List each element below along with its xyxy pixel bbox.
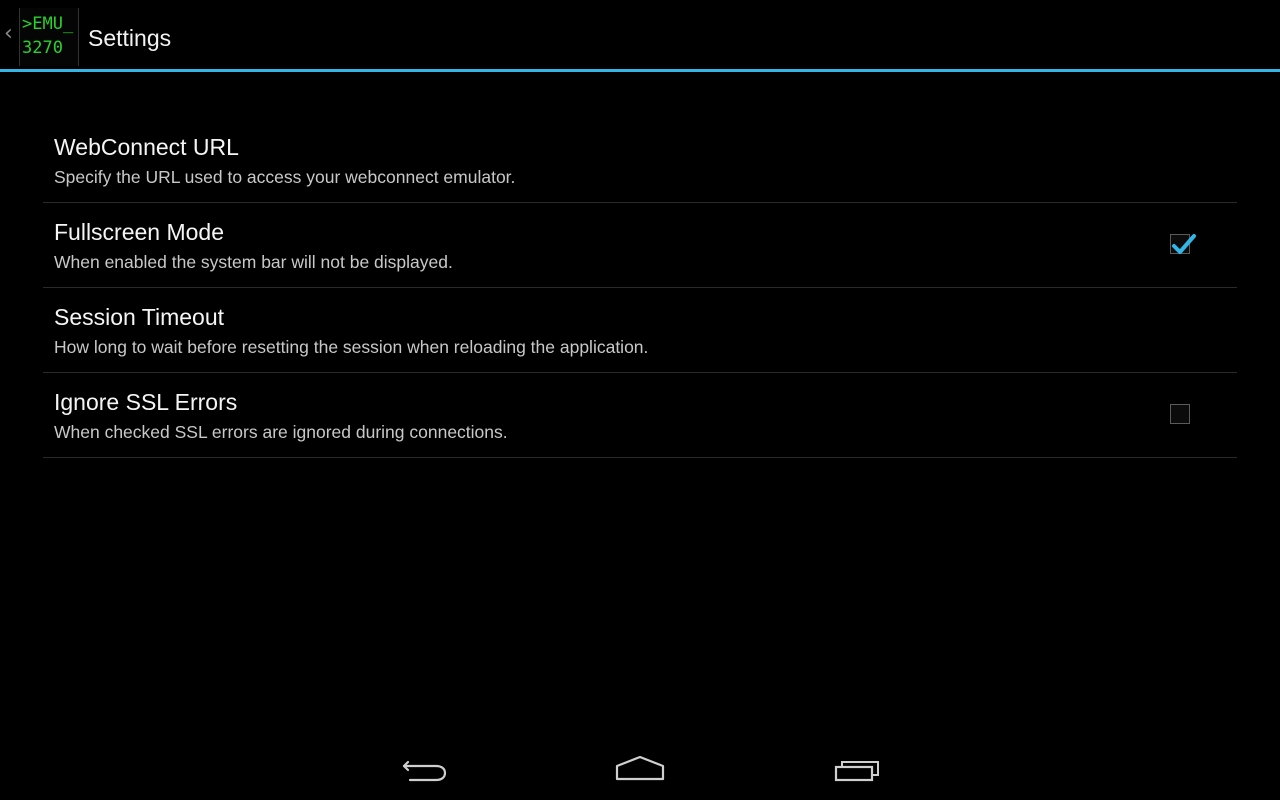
action-bar: ‹ >EMU_ 3270 Settings <box>0 0 1280 72</box>
pref-title: WebConnect URL <box>54 134 239 160</box>
system-nav-bar <box>0 736 1280 800</box>
chevron-left-icon: ‹ <box>4 21 13 46</box>
app-logo-line1: >EMU_ <box>22 14 74 34</box>
checkmark-icon <box>1172 234 1196 254</box>
pref-summary: How long to wait before resetting the se… <box>54 337 649 357</box>
home-icon <box>615 755 665 781</box>
pref-webconnect-url[interactable]: WebConnect URL Specify the URL used to a… <box>43 118 1237 203</box>
up-navigation-button[interactable]: ‹ >EMU_ 3270 <box>0 0 80 72</box>
settings-screen: ‹ >EMU_ 3270 Settings WebConnect URL Spe… <box>0 0 1280 800</box>
app-logo-line2: 3270 <box>22 38 63 58</box>
back-button[interactable] <box>384 748 464 792</box>
pref-summary: When checked SSL errors are ignored duri… <box>54 422 508 442</box>
pref-fullscreen-mode[interactable]: Fullscreen Mode When enabled the system … <box>43 203 1237 288</box>
home-button[interactable] <box>600 748 680 792</box>
pref-title: Ignore SSL Errors <box>54 389 238 415</box>
pref-title: Session Timeout <box>54 304 225 330</box>
recent-apps-icon <box>834 761 879 782</box>
back-icon <box>402 760 447 782</box>
ignore-ssl-checkbox[interactable] <box>1170 404 1190 424</box>
recent-apps-button[interactable] <box>818 748 898 792</box>
fullscreen-checkbox[interactable] <box>1170 234 1196 254</box>
pref-ignore-ssl-errors[interactable]: Ignore SSL Errors When checked SSL error… <box>43 373 1237 458</box>
pref-summary: Specify the URL used to access your webc… <box>54 167 516 187</box>
app-logo-icon: >EMU_ 3270 <box>19 8 79 66</box>
preferences-list: WebConnect URL Specify the URL used to a… <box>43 118 1237 458</box>
pref-title: Fullscreen Mode <box>54 219 225 245</box>
pref-session-timeout[interactable]: Session Timeout How long to wait before … <box>43 288 1237 373</box>
page-title: Settings <box>88 25 172 51</box>
pref-summary: When enabled the system bar will not be … <box>54 252 453 272</box>
